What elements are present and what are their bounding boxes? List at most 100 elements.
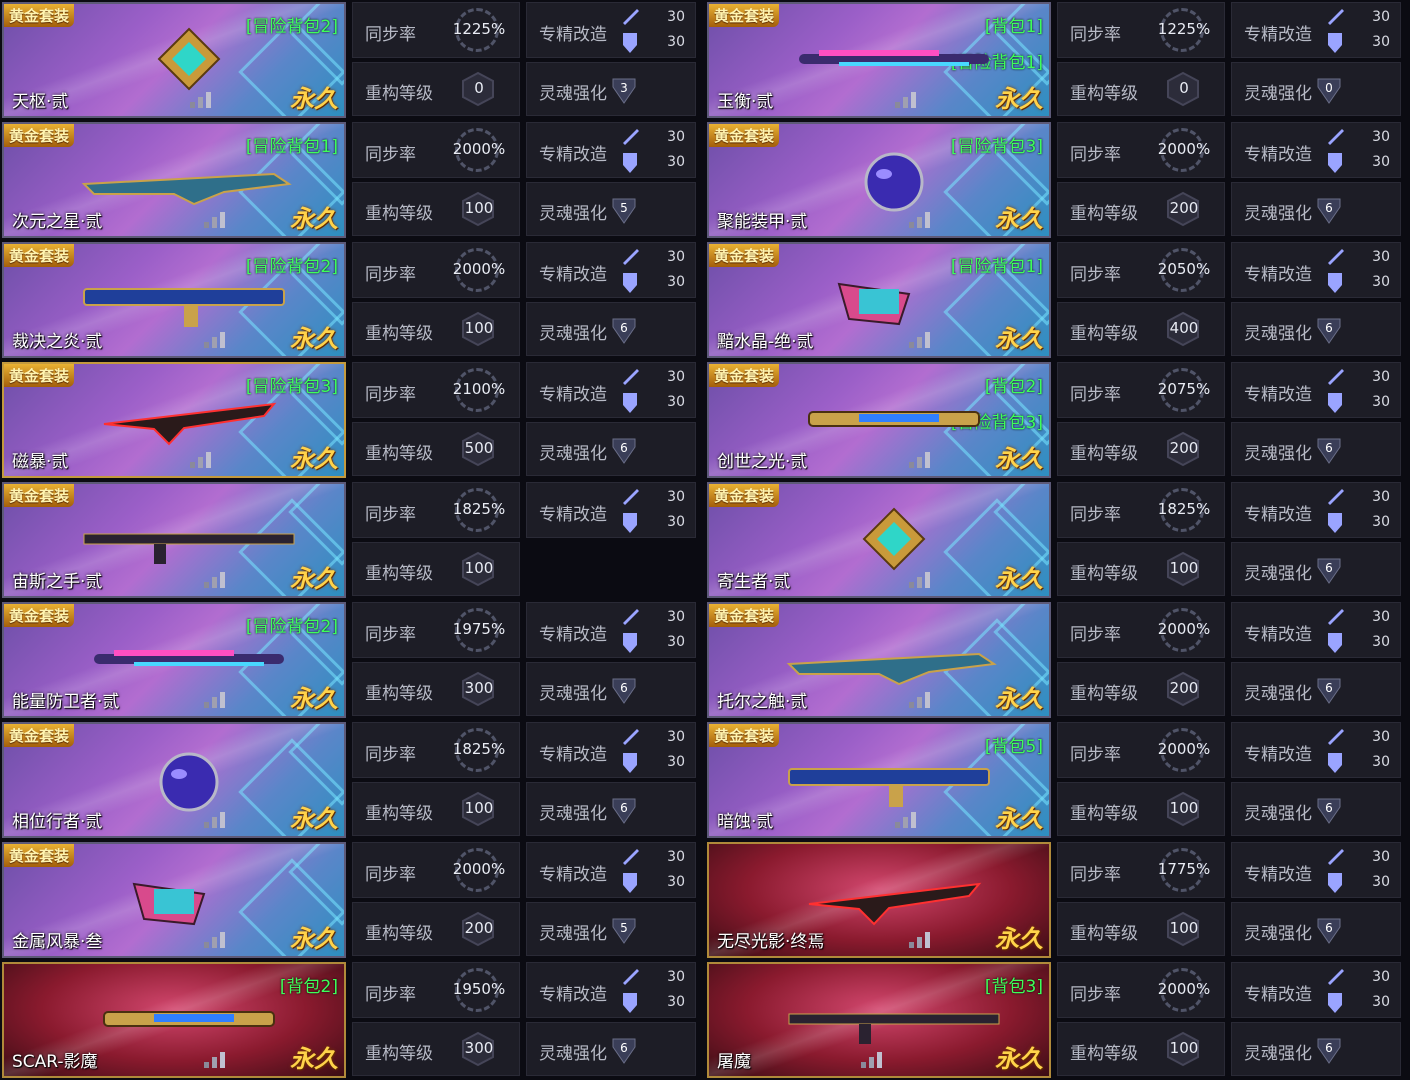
sync-rate-cell: 同步率 2000% — [352, 242, 520, 298]
weapon-card[interactable]: 黄金套装 [冒险背包3] 聚能装甲·贰 永久 — [707, 122, 1051, 238]
weapon-entry[interactable]: 黄金套装 [冒险背包2] 天枢·贰 永久 同步率 1225% 重构等级 0 专精改造 30 30 灵魂… — [0, 0, 700, 120]
weapon-card[interactable]: 无尽光影·终焉 永久 — [707, 842, 1051, 958]
soul-enhance-label: 灵魂强化 — [1244, 1044, 1312, 1064]
refine-tools-icon — [1324, 487, 1346, 535]
sync-rate-label: 同步率 — [365, 625, 416, 645]
rebuild-level-label: 重构等级 — [365, 444, 433, 464]
weapon-card[interactable]: 黄金套装 [冒险背包1] 次元之星·贰 永久 — [2, 122, 346, 238]
rebuild-level-cell: 重构等级 200 — [352, 902, 520, 956]
sync-rate-cell: 同步率 1825% — [1057, 482, 1225, 538]
weapon-card[interactable]: 黄金套装 [背包5] 暗蚀·贰 永久 — [707, 722, 1051, 838]
rebuild-level-cell: 重构等级 300 — [352, 662, 520, 716]
permanent-label: 永久 — [290, 445, 338, 473]
refine-value-top: 30 — [1372, 849, 1390, 865]
weapon-card[interactable]: [背包3] 屠魔 永久 — [707, 962, 1051, 1078]
signal-bars-icon — [909, 932, 931, 948]
refine-value-bottom: 30 — [1372, 154, 1390, 170]
refine-label: 专精改造 — [1244, 865, 1312, 885]
weapon-name-group: 玉衡·贰 — [713, 87, 773, 116]
soul-enhance-cell: 灵魂强化 6 — [1231, 422, 1401, 476]
refine-cell: 专精改造 30 30 — [526, 482, 696, 538]
refine-cell: 专精改造 30 30 — [1231, 242, 1401, 298]
rebuild-level-cell: 重构等级 100 — [1057, 542, 1225, 596]
sync-rate-cell: 同步率 2100% — [352, 362, 520, 418]
soul-enhance-value: 6 — [1325, 561, 1333, 575]
signal-bars-icon — [909, 452, 931, 468]
weapon-image — [74, 384, 304, 454]
weapon-name: 天枢·贰 — [12, 92, 69, 112]
sync-rate-cell: 同步率 2000% — [352, 842, 520, 898]
weapon-entry[interactable]: 黄金套装 相位行者·贰 永久 同步率 1825% 重构等级 100 专精改造 30 30 灵魂强化 6 — [0, 720, 700, 840]
rebuild-level-value: 200 — [1169, 199, 1199, 217]
refine-value-bottom: 30 — [1372, 394, 1390, 410]
weapon-entry[interactable]: [背包2] SCAR-影魔 永久 同步率 1950% 重构等级 300 专精改造 30 30 灵魂强… — [0, 960, 700, 1080]
weapon-card[interactable]: 黄金套装 [冒险背包2] 天枢·贰 永久 — [2, 2, 346, 118]
weapon-entry[interactable]: 黄金套装 [冒险背包1] 黯水晶-绝·贰 永久 同步率 2050% 重构等级 400 专精改造 3… — [705, 240, 1405, 360]
empty-cell — [526, 542, 696, 596]
rebuild-level-value: 100 — [464, 799, 494, 817]
soul-enhance-cell: 灵魂强化 5 — [526, 182, 696, 236]
weapon-entry[interactable]: 黄金套装 [冒险背包1] 次元之星·贰 永久 同步率 2000% 重构等级 100 专精改造 30… — [0, 120, 700, 240]
rebuild-level-cell: 重构等级 100 — [1057, 902, 1225, 956]
signal-bars-icon — [861, 1052, 883, 1068]
weapon-entry[interactable]: [背包3] 屠魔 永久 同步率 2000% 重构等级 100 专精改造 30 30 灵魂强化 6 — [705, 960, 1405, 1080]
weapon-card[interactable]: 黄金套装 [背包2] [冒险背包3] 创世之光·贰 永久 — [707, 362, 1051, 478]
weapon-card[interactable]: 黄金套装 [冒险背包1] 黯水晶-绝·贰 永久 — [707, 242, 1051, 358]
soul-shield-icon: 6 — [1316, 195, 1342, 225]
weapon-entry[interactable]: 黄金套装 [冒险背包3] 聚能装甲·贰 永久 同步率 2000% 重构等级 200 专精改造 30… — [705, 120, 1405, 240]
refine-label: 专精改造 — [539, 985, 607, 1005]
weapon-entry[interactable]: 无尽光影·终焉 永久 同步率 1775% 重构等级 100 专精改造 30 30 灵魂强化 6 — [705, 840, 1405, 960]
weapon-entry[interactable]: 黄金套装 [背包2] [冒险背包3] 创世之光·贰 永久 同步率 2075% 重构等级 200 专… — [705, 360, 1405, 480]
refine-cell: 专精改造 30 30 — [1231, 722, 1401, 778]
soul-enhance-value: 6 — [1325, 321, 1333, 335]
rebuild-level-value: 200 — [1169, 439, 1199, 457]
weapon-entry[interactable]: 黄金套装 [冒险背包3] 磁暴·贰 永久 同步率 2100% 重构等级 500 专精改造 30 30… — [0, 360, 700, 480]
soul-enhance-label: 灵魂强化 — [539, 324, 607, 344]
rebuild-level-cell: 重构等级 200 — [1057, 422, 1225, 476]
weapon-card[interactable]: 黄金套装 金属风暴·叁 永久 — [2, 842, 346, 958]
refine-cell: 专精改造 30 30 — [1231, 482, 1401, 538]
weapon-entry[interactable]: 黄金套装 [背包5] 暗蚀·贰 永久 同步率 2000% 重构等级 100 专精改造 30 30 灵魂… — [705, 720, 1405, 840]
weapon-entry[interactable]: 黄金套装 [冒险背包2] 裁决之炎·贰 永久 同步率 2000% 重构等级 100 专精改造 30… — [0, 240, 700, 360]
refine-cell: 专精改造 30 30 — [526, 962, 696, 1018]
weapon-card[interactable]: 黄金套装 相位行者·贰 永久 — [2, 722, 346, 838]
weapon-card[interactable]: 黄金套装 [冒险背包2] 裁决之炎·贰 永久 — [2, 242, 346, 358]
refine-cell: 专精改造 30 30 — [526, 722, 696, 778]
signal-bars-icon — [204, 1052, 226, 1068]
sync-rate-cell: 同步率 2000% — [1057, 722, 1225, 778]
sync-rate-value: 1825% — [452, 740, 506, 758]
weapon-card[interactable]: [背包2] SCAR-影魔 永久 — [2, 962, 346, 1078]
rebuild-level-value: 200 — [1169, 679, 1199, 697]
weapon-entry[interactable]: 黄金套装 [背包1] [冒险背包1] 玉衡·贰 永久 同步率 1225% 重构等级 0 专精改造 3… — [705, 0, 1405, 120]
refine-tools-icon — [1324, 7, 1346, 55]
gold-set-badge: 黄金套装 — [709, 244, 780, 267]
grid-row: 黄金套装 [冒险背包3] 磁暴·贰 永久 同步率 2100% 重构等级 500 专精改造 30 30… — [0, 360, 1410, 480]
soul-shield-icon: 6 — [1316, 675, 1342, 705]
weapon-card[interactable]: 黄金套装 寄生者·贰 永久 — [707, 482, 1051, 598]
weapon-entry[interactable]: 黄金套装 寄生者·贰 永久 同步率 1825% 重构等级 100 专精改造 30 30 灵魂强化 6 — [705, 480, 1405, 600]
weapon-card[interactable]: 黄金套装 宙斯之手·贰 永久 — [2, 482, 346, 598]
sync-rate-cell: 同步率 1225% — [352, 2, 520, 58]
refine-tools-icon — [1324, 367, 1346, 415]
sync-rate-label: 同步率 — [365, 505, 416, 525]
rebuild-level-cell: 重构等级 100 — [1057, 782, 1225, 836]
soul-enhance-cell: 灵魂强化 6 — [1231, 782, 1401, 836]
soul-shield-icon: 5 — [611, 915, 637, 945]
signal-bars-icon — [204, 812, 226, 828]
weapon-entry[interactable]: 黄金套装 宙斯之手·贰 永久 同步率 1825% 重构等级 100 专精改造 30 30 — [0, 480, 700, 600]
soul-enhance-value: 6 — [1325, 681, 1333, 695]
weapon-entry[interactable]: 黄金套装 托尔之触·贰 永久 同步率 2000% 重构等级 200 专精改造 30 30 灵魂强化 6 — [705, 600, 1405, 720]
weapon-entry[interactable]: 黄金套装 金属风暴·叁 永久 同步率 2000% 重构等级 200 专精改造 30 30 灵魂强化 5 — [0, 840, 700, 960]
weapon-entry[interactable]: 黄金套装 [冒险背包2] 能量防卫者·贰 永久 同步率 1975% 重构等级 300 专精改造 3… — [0, 600, 700, 720]
weapon-card[interactable]: 黄金套装 [冒险背包2] 能量防卫者·贰 永久 — [2, 602, 346, 718]
rebuild-level-value: 0 — [1179, 79, 1189, 97]
refine-value-top: 30 — [1372, 969, 1390, 985]
weapon-card[interactable]: 黄金套装 [背包1] [冒险背包1] 玉衡·贰 永久 — [707, 2, 1051, 118]
permanent-label: 永久 — [290, 205, 338, 233]
weapon-card[interactable]: 黄金套装 托尔之触·贰 永久 — [707, 602, 1051, 718]
soul-enhance-cell: 灵魂强化 6 — [526, 1022, 696, 1076]
rebuild-level-value: 100 — [1169, 919, 1199, 937]
weapon-name-group: 聚能装甲·贰 — [713, 207, 807, 236]
weapon-name: 暗蚀·贰 — [717, 812, 774, 832]
weapon-card[interactable]: 黄金套装 [冒险背包3] 磁暴·贰 永久 — [2, 362, 346, 478]
